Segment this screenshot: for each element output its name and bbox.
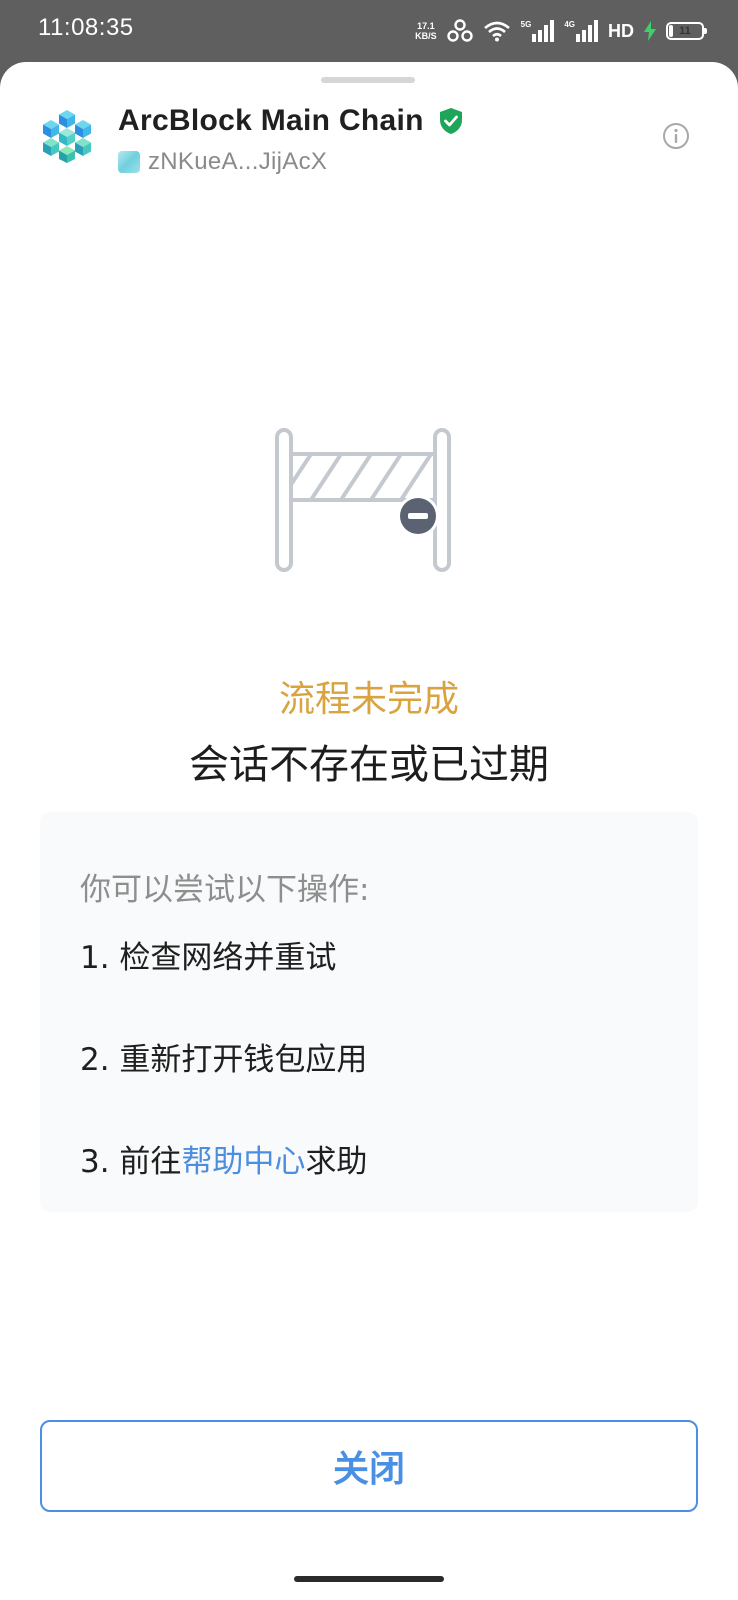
suggestion-item-3-suffix: 求助 xyxy=(305,1144,368,1180)
flow-status-title: 流程未完成 xyxy=(278,679,459,720)
address-row: zNKueA...JijAcX xyxy=(118,148,327,176)
suggestion-item-3-prefix: 3. 前往 xyxy=(80,1144,182,1180)
verified-shield-icon xyxy=(439,108,462,134)
battery-fill xyxy=(669,25,673,37)
header: ArcBlock Main Chain zNKueA...JijAcX xyxy=(40,102,700,182)
session-expired-message: 会话不存在或已过期 xyxy=(189,742,549,788)
wifi-icon xyxy=(483,21,510,42)
address-avatar xyxy=(118,151,140,173)
close-button[interactable]: 关闭 xyxy=(40,1420,698,1512)
signal-4g-label: 4G xyxy=(564,20,575,29)
bottom-sheet: ArcBlock Main Chain zNKueA...JijAcX 流程未完… xyxy=(0,62,738,1600)
signal-4g-icon: 4G xyxy=(564,20,598,42)
suggestion-item-1: 1. 检查网络并重试 xyxy=(80,940,337,976)
chain-address: zNKueA...JijAcX xyxy=(148,148,328,175)
arcblock-logo-icon xyxy=(43,110,91,163)
status-time: 11:08:35 xyxy=(38,14,134,41)
info-icon[interactable] xyxy=(662,122,690,150)
battery-icon: 11 xyxy=(666,22,707,40)
signal-5g-label: 5G xyxy=(520,20,532,29)
network-speed-unit: KB/S xyxy=(415,31,437,41)
network-speed-value: 17.1 xyxy=(417,21,435,31)
suggestions-panel: 你可以尝试以下操作: 1. 检查网络并重试 2. 重新打开钱包应用 3. 前往帮… xyxy=(40,812,698,1212)
suggestion-item-2: 2. 重新打开钱包应用 xyxy=(80,1042,368,1078)
status-icons: 17.1 KB/S 5G 4G HD 11 xyxy=(415,16,707,46)
suggestion-item-3: 3. 前往帮助中心求助 xyxy=(80,1136,367,1181)
network-speed: 17.1 KB/S xyxy=(415,21,437,41)
battery-level: 11 xyxy=(679,25,691,37)
app-title: ArcBlock Main Chain xyxy=(118,104,424,137)
help-center-link[interactable]: 帮助中心 xyxy=(181,1144,305,1180)
title-row: ArcBlock Main Chain xyxy=(118,104,464,138)
suggestions-title: 你可以尝试以下操作: xyxy=(80,872,370,908)
charging-icon xyxy=(644,21,656,41)
hd-voice-icon: HD xyxy=(608,20,634,41)
status-bar: 11:08:35 17.1 KB/S 5G 4G HD 11 xyxy=(0,0,738,62)
home-indicator[interactable] xyxy=(294,1576,444,1582)
hotspot-icon xyxy=(446,19,473,42)
drag-handle[interactable] xyxy=(321,77,415,83)
signal-5g-icon: 5G xyxy=(521,20,555,42)
blocked-barrier-icon xyxy=(275,428,451,572)
